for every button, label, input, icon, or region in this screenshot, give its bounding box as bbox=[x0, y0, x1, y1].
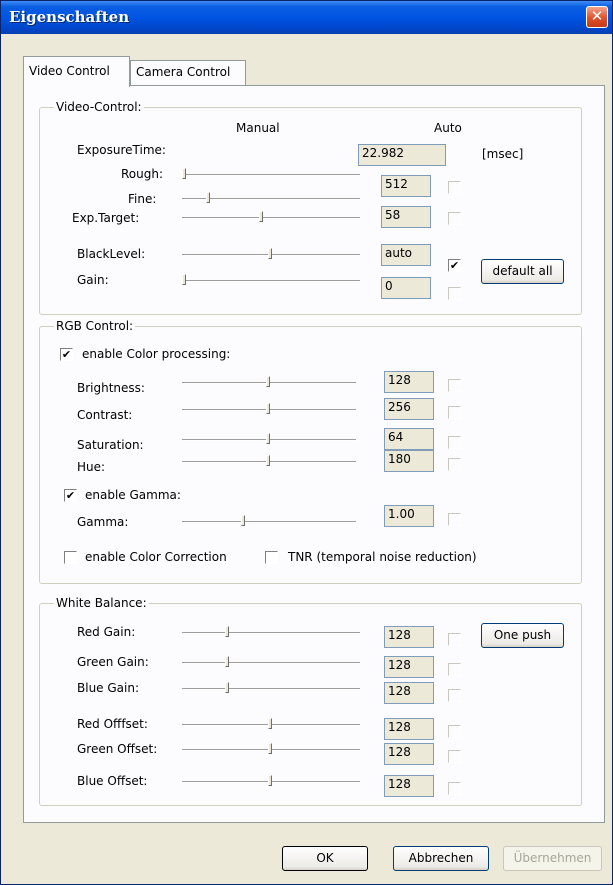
wb-2-value-field: 128 bbox=[384, 682, 434, 704]
wb-1-slider-track[interactable] bbox=[182, 662, 360, 664]
vc-4-slider-thumb[interactable] bbox=[182, 274, 186, 285]
vc-4-slider-track[interactable] bbox=[182, 280, 360, 282]
one-push-button[interactable]: One push bbox=[481, 623, 564, 648]
exposure-time-label: ExposureTime: bbox=[77, 143, 166, 157]
msec-unit-label: [msec] bbox=[482, 147, 524, 161]
vc-2-label: Exp.Target: bbox=[72, 211, 140, 225]
tnr-label: TNR (temporal noise reduction) bbox=[288, 550, 477, 564]
exposure-time-field: 22.982 bbox=[358, 144, 446, 166]
rgb-0-label: Brightness: bbox=[77, 381, 145, 395]
wb-2-label: Blue Gain: bbox=[77, 681, 140, 695]
rgb-2-auto-checkbox[interactable] bbox=[448, 436, 461, 449]
enable-color-correction-checkbox[interactable] bbox=[64, 551, 77, 564]
manual-column-label: Manual bbox=[236, 121, 280, 135]
wb-0-slider-track[interactable] bbox=[182, 632, 360, 634]
wb-1-auto-checkbox[interactable] bbox=[448, 663, 461, 676]
rgb-1-auto-checkbox[interactable] bbox=[448, 406, 461, 419]
enable-color-processing-checkbox[interactable]: ✔ bbox=[60, 348, 73, 361]
enable-color-correction-label: enable Color Correction bbox=[85, 550, 227, 564]
rgb-1-label: Contrast: bbox=[77, 408, 133, 422]
apply-button[interactable]: Übernehmen bbox=[503, 846, 602, 871]
wb-5-slider-thumb[interactable] bbox=[268, 775, 272, 786]
white-balance-group-label: White Balance: bbox=[54, 596, 149, 610]
vc-4-value-field: 0 bbox=[381, 277, 431, 299]
rgb-0-slider-thumb[interactable] bbox=[266, 376, 270, 387]
wb-3-slider-thumb[interactable] bbox=[268, 718, 272, 729]
gamma-label: Gamma: bbox=[77, 515, 129, 529]
enable-gamma-checkbox[interactable]: ✔ bbox=[64, 489, 77, 502]
vc-0-label: Rough: bbox=[121, 167, 164, 181]
wb-0-label: Red Gain: bbox=[77, 625, 136, 639]
wb-2-slider-track[interactable] bbox=[182, 688, 360, 690]
vc-1-slider-thumb[interactable] bbox=[206, 192, 210, 203]
gamma-value-field: 1.00 bbox=[384, 505, 434, 527]
close-button[interactable]: ✕ bbox=[586, 6, 608, 28]
rgb-0-value-field: 128 bbox=[384, 371, 434, 393]
vc-3-auto-checkbox[interactable]: ✔ bbox=[448, 259, 461, 272]
gamma-slider-track[interactable] bbox=[182, 521, 356, 523]
wb-2-slider-thumb[interactable] bbox=[225, 682, 229, 693]
rgb-1-slider-thumb[interactable] bbox=[266, 403, 270, 414]
rgb-control-group bbox=[39, 326, 582, 584]
rgb-3-label: Hue: bbox=[77, 460, 106, 474]
vc-0-value-field: 512 bbox=[381, 175, 431, 197]
tnr-checkbox[interactable] bbox=[265, 551, 278, 564]
wb-3-value-field: 128 bbox=[384, 718, 434, 740]
wb-1-value-field: 128 bbox=[384, 656, 434, 678]
vc-3-label: BlackLevel: bbox=[77, 247, 146, 261]
wb-3-label: Red Offfset: bbox=[77, 717, 148, 731]
rgb-2-slider-thumb[interactable] bbox=[266, 433, 270, 444]
vc-2-value-field: 58 bbox=[381, 206, 431, 228]
rgb-3-slider-thumb[interactable] bbox=[266, 455, 270, 466]
auto-column-label: Auto bbox=[434, 121, 462, 135]
wb-4-value-field: 128 bbox=[384, 743, 434, 765]
default-all-button[interactable]: default all bbox=[481, 259, 564, 284]
enable-gamma-label: enable Gamma: bbox=[85, 488, 181, 502]
ok-button[interactable]: OK bbox=[282, 846, 368, 871]
vc-2-slider-track[interactable] bbox=[182, 217, 360, 219]
enable-color-processing-label: enable Color processing: bbox=[82, 347, 231, 361]
wb-5-value-field: 128 bbox=[384, 775, 434, 797]
tab-camera-control[interactable]: Camera Control bbox=[130, 60, 246, 85]
vc-2-auto-checkbox[interactable] bbox=[448, 212, 461, 225]
vc-2-slider-thumb[interactable] bbox=[259, 211, 263, 222]
rgb-2-label: Saturation: bbox=[77, 438, 144, 452]
rgb-3-auto-checkbox[interactable] bbox=[448, 458, 461, 471]
gamma-slider-thumb[interactable] bbox=[241, 515, 245, 526]
rgb-1-value-field: 256 bbox=[384, 398, 434, 420]
gamma-auto-checkbox[interactable] bbox=[448, 513, 461, 526]
title-bar[interactable]: Eigenschaften ✕ bbox=[1, 1, 612, 34]
wb-0-value-field: 128 bbox=[384, 626, 434, 648]
vc-3-value-field: auto bbox=[381, 244, 431, 266]
rgb-control-group-label: RGB Control: bbox=[54, 319, 136, 333]
vc-4-auto-checkbox[interactable] bbox=[448, 287, 461, 300]
properties-dialog: Eigenschaften ✕ Video Control Camera Con… bbox=[0, 0, 613, 885]
wb-0-auto-checkbox[interactable] bbox=[448, 633, 461, 646]
wb-1-label: Green Gain: bbox=[77, 655, 149, 669]
rgb-2-value-field: 64 bbox=[384, 428, 434, 450]
wb-3-auto-checkbox[interactable] bbox=[448, 725, 461, 738]
vc-4-label: Gain: bbox=[77, 273, 109, 287]
vc-1-label: Fine: bbox=[128, 192, 157, 206]
wb-0-slider-thumb[interactable] bbox=[225, 626, 229, 637]
tab-video-control[interactable]: Video Control bbox=[23, 56, 130, 87]
wb-5-label: Blue Offset: bbox=[77, 774, 148, 788]
cancel-button[interactable]: Abbrechen bbox=[393, 846, 489, 871]
vc-3-slider-thumb[interactable] bbox=[268, 248, 272, 259]
rgb-0-auto-checkbox[interactable] bbox=[448, 379, 461, 392]
vc-0-slider-thumb[interactable] bbox=[182, 168, 186, 179]
rgb-3-value-field: 180 bbox=[384, 450, 434, 472]
wb-4-slider-thumb[interactable] bbox=[268, 743, 272, 754]
wb-4-label: Green Offset: bbox=[77, 742, 158, 756]
window-title: Eigenschaften bbox=[9, 8, 130, 26]
wb-5-auto-checkbox[interactable] bbox=[448, 782, 461, 795]
vc-0-slider-track[interactable] bbox=[182, 174, 360, 176]
wb-4-auto-checkbox[interactable] bbox=[448, 750, 461, 763]
vc-0-auto-checkbox[interactable] bbox=[448, 181, 461, 194]
wb-2-auto-checkbox[interactable] bbox=[448, 689, 461, 702]
video-control-group-label: Video-Control: bbox=[54, 100, 144, 114]
wb-1-slider-thumb[interactable] bbox=[225, 656, 229, 667]
